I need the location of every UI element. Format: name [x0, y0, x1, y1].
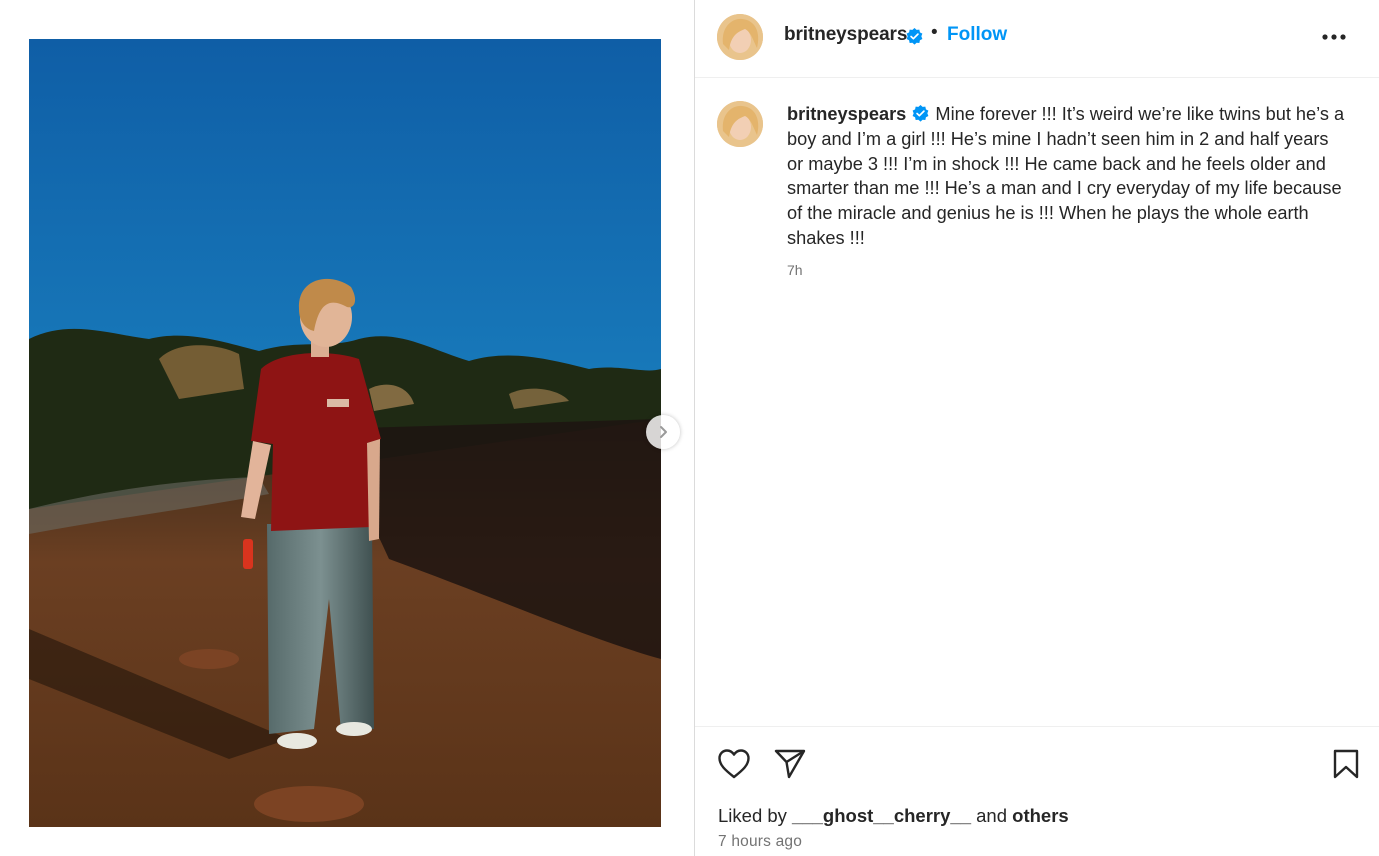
caption-avatar[interactable] [717, 101, 763, 147]
photo-scene [29, 39, 661, 827]
avatar[interactable] [717, 14, 763, 60]
more-options-icon [1322, 34, 1346, 40]
follow-button[interactable]: Follow [947, 24, 1007, 46]
caption-username[interactable]: britneyspears [787, 104, 906, 124]
post-timestamp[interactable]: 7 hours ago [718, 833, 802, 851]
media-pane [0, 0, 694, 856]
caption-relative-time[interactable]: 7h [787, 262, 803, 278]
bookmark-icon [1333, 749, 1359, 779]
header-username[interactable]: britneyspears [784, 24, 907, 46]
caption-body: Mine forever !!! It’s weird we’re like t… [787, 104, 1345, 248]
chevron-right-icon [660, 426, 667, 438]
liked-by-user[interactable]: ___ghost__cherry__ [792, 805, 971, 826]
verified-badge-icon [912, 104, 929, 122]
header-separator: • [931, 22, 938, 43]
share-button[interactable] [771, 745, 809, 783]
carousel-next-button[interactable] [646, 415, 680, 449]
avatar-image [717, 101, 763, 147]
verified-badge-icon [906, 27, 923, 45]
save-button[interactable] [1327, 745, 1365, 783]
heart-icon [718, 749, 750, 779]
post-photo[interactable] [29, 39, 661, 827]
liked-by-prefix: Liked by [718, 805, 787, 826]
caption-text: britneyspears Mine forever !!! It’s weir… [787, 102, 1347, 251]
liked-by-others[interactable]: others [1012, 805, 1069, 826]
more-options-button[interactable] [1319, 25, 1349, 49]
like-button[interactable] [715, 745, 753, 783]
avatar-image [717, 14, 763, 60]
post-actions: Liked by ___ghost__cherry__ and others 7… [695, 726, 1379, 856]
liked-by-conjunction: and [976, 805, 1008, 826]
send-icon [774, 749, 806, 779]
post-side-pane: britneyspears • Follow britneyspears Min… [695, 0, 1379, 856]
liked-by: Liked by ___ghost__cherry__ and others [718, 805, 1069, 827]
post-header: britneyspears • Follow [695, 0, 1379, 78]
